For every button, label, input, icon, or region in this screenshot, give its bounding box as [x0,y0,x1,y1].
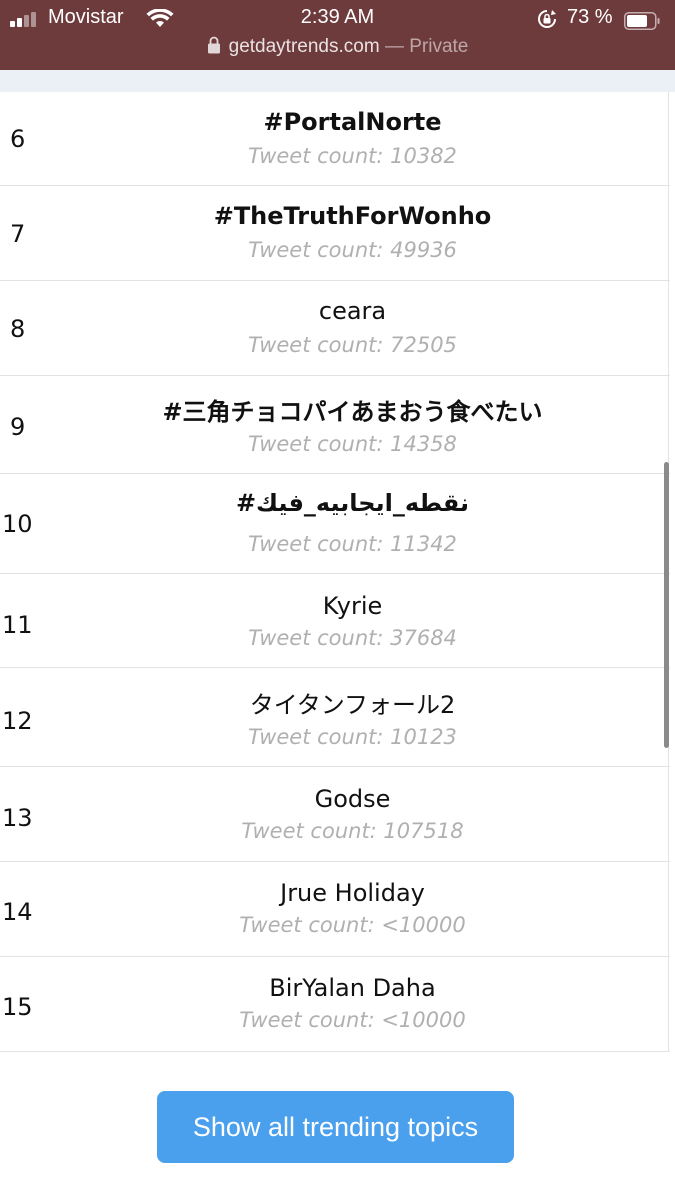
trend-topic[interactable]: Jrue Holiday [40,879,665,907]
trend-topic[interactable]: BirYalan Daha [40,974,665,1002]
trend-rank: 11 [2,611,33,639]
tweet-count: Tweet count: 14358 [248,432,457,456]
trend-rank: 15 [2,993,33,1021]
rotation-lock-icon [538,10,556,28]
battery-icon [624,12,660,30]
trend-topic[interactable]: ceara [40,297,665,325]
list-item[interactable]: 14 Jrue Holiday Tweet count: <10000 [0,862,670,957]
tweet-count: Tweet count: 49936 [248,238,457,262]
status-bar: Movistar 2:39 AM 73 % getdaytrends.com —… [0,0,675,70]
tweet-count: Tweet count: <10000 [239,913,466,937]
trend-topic[interactable]: Godse [40,785,665,813]
show-all-trending-button[interactable]: Show all trending topics [157,1091,514,1163]
url-host: getdaytrends.com [228,36,380,57]
trend-rank: 12 [2,707,33,735]
list-item[interactable]: 9 #三角チョコパイあまおう食べたい Tweet count: 14358 [0,376,670,474]
list-item[interactable]: 12 タイタンフォール2 Tweet count: 10123 [0,668,670,767]
tweet-count: Tweet count: 10382 [248,144,457,168]
trend-topic[interactable]: #TheTruthForWonho [40,202,665,230]
scrollbar[interactable] [664,462,669,748]
private-mode-label: — Private [384,36,469,57]
status-row: Movistar 2:39 AM 73 % [0,4,675,32]
list-item[interactable]: 8 ceara Tweet count: 72505 [0,281,670,376]
tweet-count: Tweet count: 72505 [248,333,457,357]
trends-list: 6 #PortalNorte Tweet count: 10382 7 #The… [0,92,670,1052]
tweet-count: Tweet count: 37684 [248,626,457,650]
tweet-count: Tweet count: 11342 [248,532,457,556]
list-item[interactable]: 7 #TheTruthForWonho Tweet count: 49936 [0,186,670,281]
trend-topic[interactable]: #三角チョコパイあまおう食べたい [40,392,665,427]
battery-percent: 73 % [567,6,613,28]
trend-rank: 13 [2,804,33,832]
list-item[interactable]: 13 Godse Tweet count: 107518 [0,767,670,862]
page-background-strip [0,70,675,92]
tweet-count: Tweet count: 10123 [248,725,457,749]
address-bar[interactable]: getdaytrends.com — Private [0,36,675,58]
tweet-count: Tweet count: <10000 [239,1008,466,1032]
trend-rank: 10 [2,510,33,538]
trend-topic[interactable]: タイタンフォール2 [40,685,665,720]
trend-topic[interactable]: #PortalNorte [40,108,665,136]
trend-topic[interactable]: #نقطه_ايجابيه_فيك [40,489,665,517]
list-item[interactable]: 6 #PortalNorte Tweet count: 10382 [0,92,670,186]
trend-topic[interactable]: Kyrie [40,592,665,620]
list-item[interactable]: 10 #نقطه_ايجابيه_فيك Tweet count: 11342 [0,474,670,574]
list-item[interactable]: 11 Kyrie Tweet count: 37684 [0,574,670,668]
tweet-count: Tweet count: 107518 [241,819,464,843]
lock-icon [207,36,220,54]
list-item[interactable]: 15 BirYalan Daha Tweet count: <10000 [0,957,670,1052]
trend-rank: 14 [2,898,33,926]
